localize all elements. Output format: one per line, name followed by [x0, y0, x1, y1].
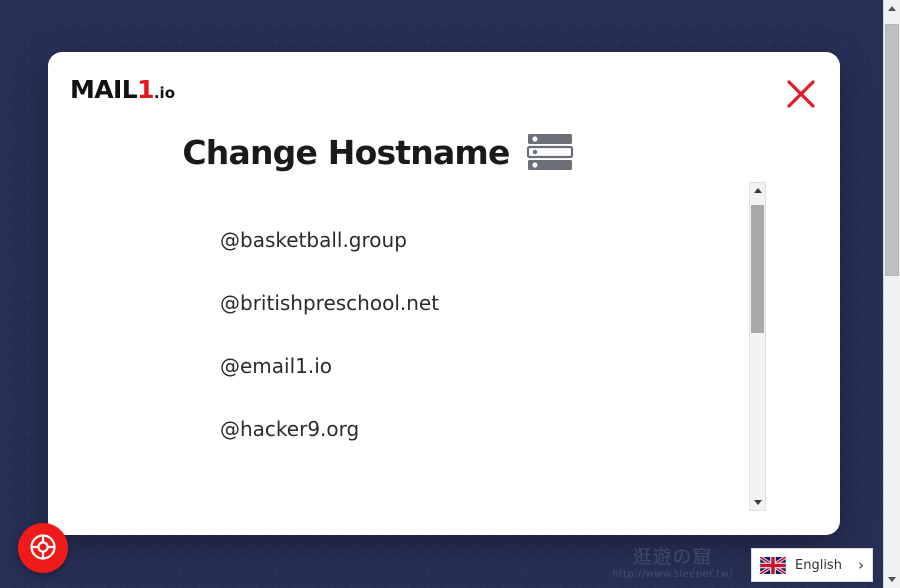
browser-scrollbar[interactable]: [883, 0, 900, 588]
list-item[interactable]: @britishpreschool.net: [220, 293, 708, 313]
scroll-down-arrow-icon[interactable]: [750, 495, 765, 510]
uk-flag-icon: [760, 556, 786, 574]
list-item[interactable]: @hacker9.org: [220, 419, 708, 439]
close-x-icon: [781, 74, 821, 114]
brand-logo: MAIL1.io: [70, 77, 175, 102]
logo-suffix-text: .io: [153, 84, 176, 102]
help-support-button[interactable]: [18, 523, 68, 573]
scroll-up-arrow-icon[interactable]: [884, 0, 900, 17]
chevron-right-icon: ›: [858, 555, 864, 574]
server-rack-icon: [526, 132, 574, 172]
watermark-title: 逛遊の窟: [632, 546, 713, 569]
page-title: Change Hostname: [182, 132, 510, 172]
watermark-url: http://www.sleeper.tw/: [612, 569, 733, 580]
list-item[interactable]: @basketball.group: [220, 230, 708, 250]
hostname-list: @basketball.group @britishpreschool.net …: [48, 230, 708, 439]
lifebuoy-icon: [28, 532, 58, 565]
page-root: MAIL1.io Change Hostname @basketball.gro…: [0, 0, 900, 588]
modal-title-row: Change Hostname: [48, 132, 708, 172]
logo-main-text: MAIL: [70, 75, 138, 104]
hostname-list-scrollbar[interactable]: [749, 182, 766, 511]
scrollbar-thumb[interactable]: [751, 205, 764, 333]
language-selector[interactable]: English ›: [751, 548, 873, 582]
language-label: English: [795, 557, 842, 573]
site-watermark: 逛遊の窟 http://www.sleeper.tw/: [600, 546, 745, 580]
close-button[interactable]: [781, 74, 821, 114]
change-hostname-modal: MAIL1.io Change Hostname @basketball.gro…: [48, 52, 840, 535]
list-item[interactable]: @email1.io: [220, 356, 708, 376]
scroll-down-arrow-icon[interactable]: [884, 571, 900, 588]
scroll-up-arrow-icon[interactable]: [750, 183, 765, 198]
logo-digit-text: 1: [137, 75, 154, 104]
scrollbar-thumb[interactable]: [885, 24, 899, 276]
